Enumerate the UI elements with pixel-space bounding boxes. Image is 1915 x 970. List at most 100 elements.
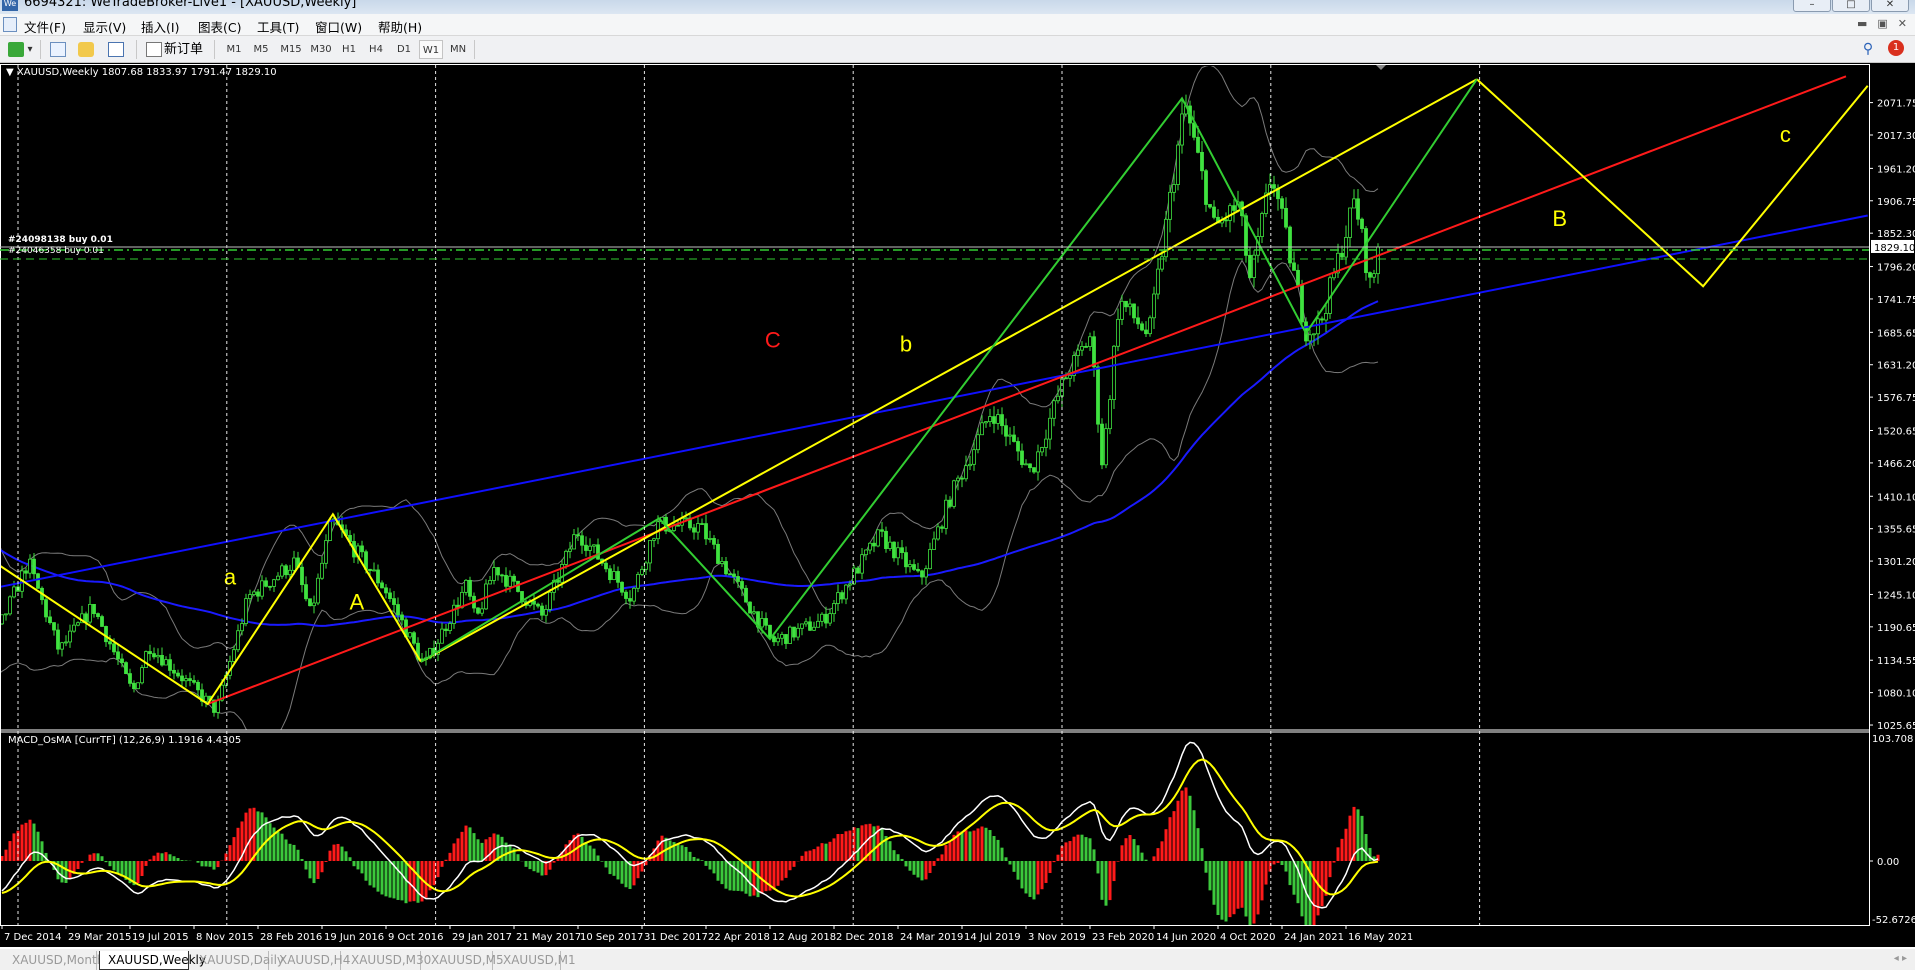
candle-body [236, 630, 240, 651]
timeframe-mn[interactable]: MN [446, 40, 470, 59]
macd-histogram-bar [12, 833, 16, 861]
close-button[interactable]: ✕ [1871, 0, 1909, 12]
candle-body [860, 554, 864, 574]
timeframe-d1[interactable]: D1 [392, 40, 416, 59]
collapse-triangle-icon[interactable]: ▼ [6, 67, 17, 78]
price-label: 1741.75 [1877, 295, 1915, 306]
order-label[interactable]: #24046358 buy 0.01 [8, 246, 104, 256]
menu-tools[interactable]: 工具(T) [257, 17, 299, 36]
candle-body [904, 552, 908, 568]
candle-body [604, 562, 608, 570]
candle-body [764, 618, 768, 626]
tab-xauusd-m1[interactable]: XAUUSD,M1 [495, 951, 576, 970]
mdi-close-icon[interactable]: ✕ [1898, 17, 1907, 30]
macd-histogram-bar [404, 861, 408, 904]
timeframe-m15[interactable]: M15 [277, 40, 305, 59]
candle-body [1032, 467, 1036, 473]
macd-histogram-bar [164, 852, 168, 861]
timeframe-w1[interactable]: W1 [419, 40, 443, 59]
search-icon[interactable]: ⚲ [1860, 40, 1876, 59]
macd-histogram-bar [908, 861, 912, 871]
chart-canvas[interactable]: a A C b Bc 2071.75 2017.30 1961.20 1906.75 1852.3… [0, 63, 1915, 947]
timeframe-h1[interactable]: H1 [337, 40, 361, 59]
chevron-down-icon[interactable]: ▾ [26, 40, 34, 59]
macd-histogram-bar [1124, 838, 1128, 861]
menu-charts[interactable]: 图表(C) [198, 17, 241, 36]
notification-badge[interactable]: 1 [1888, 40, 1904, 56]
timeframe-m1[interactable]: M1 [222, 40, 246, 59]
tab-xauusd-m5[interactable]: XAUUSD,M5 [423, 951, 504, 970]
new-order-button[interactable]: 新订单 [164, 40, 203, 59]
macd-header: MACD_OsMA [CurrTF] (12,26,9) 1.1916 4.43… [8, 735, 242, 746]
menu-file[interactable]: 文件(F) [24, 17, 66, 36]
macd-histogram-bar [1360, 815, 1364, 861]
tab-xauusd-daily[interactable]: XAUUSD,Daily [191, 951, 284, 970]
candle-body [908, 564, 912, 568]
macd-histogram-bar [872, 826, 876, 861]
candle-body [1168, 191, 1172, 220]
macd-histogram-bar [692, 856, 696, 861]
tab-xauusd-m30[interactable]: XAUUSD,M30 [343, 951, 431, 970]
macd-histogram-bar [516, 854, 520, 861]
candle-body [1052, 400, 1056, 419]
candle-body [628, 598, 632, 602]
wave-label-B: B [1552, 206, 1567, 231]
macd-histogram-bar [856, 828, 860, 861]
candle-body [280, 565, 284, 577]
tab-scroll-arrows[interactable]: ◂ ▸ [1894, 953, 1907, 964]
macd-histogram-bar [1140, 852, 1144, 861]
candle-body [52, 622, 56, 631]
macd-histogram-bar [732, 861, 736, 891]
mdi-restore-icon[interactable]: ▣ [1877, 17, 1887, 30]
candle-body [1176, 144, 1180, 185]
candle-body [652, 538, 656, 541]
menu-help[interactable]: 帮助(H) [378, 17, 422, 36]
macd-histogram-bar [888, 841, 892, 861]
timeframe-m5[interactable]: M5 [249, 40, 273, 59]
candle-body [924, 568, 928, 578]
document-icon[interactable] [3, 17, 17, 32]
timeframe-h4[interactable]: H4 [364, 40, 388, 59]
macd-histogram-bar [904, 861, 908, 867]
candle-body [1180, 113, 1184, 146]
macd-histogram-bar [784, 861, 788, 878]
wave-label-b: b [900, 331, 912, 356]
candle-body [744, 587, 748, 603]
candle-body [508, 575, 512, 587]
candle-body [316, 577, 320, 604]
new-chart-icon[interactable] [8, 42, 24, 57]
order-label[interactable]: #24098138 buy 0.01 [8, 235, 113, 245]
terminal-icon[interactable] [108, 42, 124, 57]
macd-histogram-bar [1076, 834, 1080, 861]
bollinger-upper [0, 66, 1379, 649]
macd-histogram-bar [344, 851, 348, 861]
timeframe-m30[interactable]: M30 [307, 40, 335, 59]
macd-histogram-bar [776, 861, 780, 886]
navigator-icon[interactable] [78, 42, 94, 57]
macd-histogram-bar [432, 861, 436, 886]
candle-body [716, 543, 720, 564]
menu-view[interactable]: 显示(V) [83, 17, 126, 36]
candle-body [592, 544, 596, 547]
macd-histogram-bar [260, 812, 264, 861]
menu-window[interactable]: 窗口(W) [315, 17, 362, 36]
wave-label-C: C [765, 327, 781, 352]
mdi-minimize-icon[interactable]: ▬ [1857, 17, 1867, 30]
candle-body [256, 591, 260, 597]
candle-body [1084, 346, 1088, 348]
macd-histogram-bar [1172, 811, 1176, 861]
maximize-button[interactable]: □ [1832, 0, 1870, 12]
chart-window[interactable]: a A Cb Bc 2071.75 2017.30 1961.20 1906.75 1852.3… [0, 63, 1915, 947]
macd-histogram-bar [880, 827, 884, 861]
tab-xauusd-monthly[interactable]: XAUUSD,Monthly [4, 951, 115, 970]
macd-histogram-bar [1224, 861, 1228, 922]
menu-insert[interactable]: 插入(I) [141, 17, 179, 36]
tab-xauusd-weekly[interactable]: XAUUSD,Weekly [99, 951, 206, 970]
minimize-button[interactable]: – [1793, 0, 1831, 12]
trendline [207, 75, 1847, 705]
macd-histogram-bar [792, 861, 796, 867]
market-watch-icon[interactable] [50, 42, 66, 57]
macd-histogram-bar [988, 830, 992, 861]
tab-xauusd-h4[interactable]: XAUUSD,H4 [271, 951, 350, 970]
macd-histogram-bar [868, 823, 872, 861]
